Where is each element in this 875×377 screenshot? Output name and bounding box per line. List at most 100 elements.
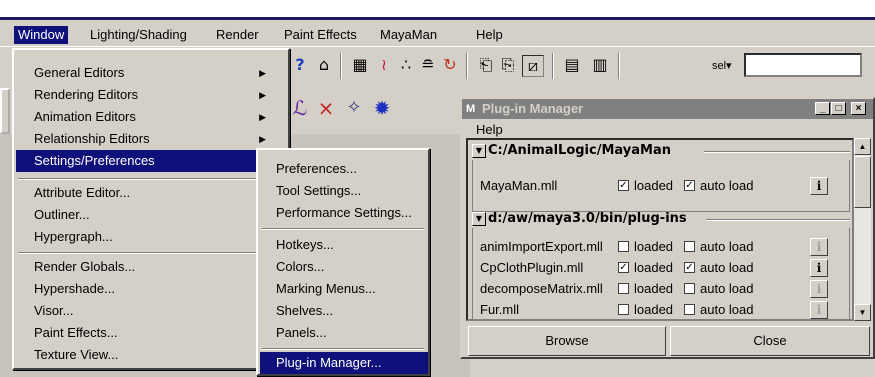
menu-lighting-shading[interactable]: Lighting/Shading (86, 26, 191, 44)
menu-item-paint-effects[interactable]: Paint Effects... (16, 322, 286, 344)
browse-button[interactable]: Browse (468, 326, 666, 356)
menu-item-visor[interactable]: Visor... (16, 300, 286, 322)
menu-item-tool-settings[interactable]: Tool Settings... (260, 180, 428, 202)
plugin-manager-help-menu[interactable]: Help (476, 122, 503, 137)
menu-item-general-editors[interactable]: General Editors ▶ (16, 62, 286, 84)
toolbar-separator (618, 53, 620, 79)
menu-item-animation-editors[interactable]: Animation Editors ▶ (16, 106, 286, 128)
title-strip (0, 0, 875, 20)
particle-icon[interactable]: ✹ (372, 98, 392, 118)
plugin-row: Fur.mll loaded auto load i (480, 300, 840, 319)
autoload-label: auto load (700, 260, 754, 275)
loaded-checkbox[interactable] (618, 283, 629, 294)
loaded-label: loaded (634, 281, 674, 296)
menu-item-outliner[interactable]: Outliner... (16, 204, 286, 226)
plugin-name: MayaMan.mll (480, 178, 558, 193)
scroll-up-icon[interactable]: ▲ (854, 138, 871, 155)
autoload-checkbox[interactable]: ✓ (684, 262, 695, 273)
window-menu: General Editors ▶ Rendering Editors ▶ Anim… (12, 48, 290, 370)
section-header-mayaman[interactable]: ▼ C:/AnimalLogic/MayaMan (472, 142, 671, 160)
plugin-list-panel: ▼ C:/AnimalLogic/MayaMan MayaMan.mll ✓ lo… (466, 138, 854, 321)
menu-item-shelves[interactable]: Shelves... (260, 300, 428, 322)
menu-item-render-globals[interactable]: Render Globals... (16, 256, 286, 278)
menu-item-settings-preferences[interactable]: Settings/Preferences▶ (16, 150, 286, 172)
menu-item-relationship-editors[interactable]: Relationship Editors ▶ (16, 128, 286, 150)
close-button[interactable]: Close (670, 326, 870, 356)
plugin-row: MayaMan.mll ✓ loaded ✓ auto load i (480, 176, 840, 196)
menu-item-hotkeys[interactable]: Hotkeys... (260, 234, 428, 256)
menu-item-colors[interactable]: Colors... (260, 256, 428, 278)
plugin-row: CpClothPlugin.mll ✓ loaded ✓ auto load i (480, 258, 840, 278)
lock-icon[interactable]: ⌂ (314, 55, 334, 75)
scroll-down-icon[interactable]: ▼ (854, 304, 871, 321)
construction-history-icon[interactable]: ⧄ (522, 55, 544, 77)
maximize-icon[interactable]: □ (831, 102, 846, 115)
plugin-name: Fur.mll (480, 302, 519, 317)
help-icon[interactable]: ? (290, 55, 310, 75)
autoload-checkbox[interactable] (684, 283, 695, 294)
collapse-triangle-icon[interactable]: ▼ (472, 211, 486, 226)
menu-item-rendering-editors[interactable]: Rendering Editors ▶ (16, 84, 286, 106)
menu-item-marking-menus[interactable]: Marking Menus... (260, 278, 428, 300)
menu-item-texture-view[interactable]: Texture View... (16, 344, 286, 366)
render-view-icon[interactable]: ▤ (562, 55, 582, 75)
info-button[interactable]: i (810, 301, 828, 319)
info-button[interactable]: i (810, 280, 828, 298)
main-menubar: Window Lighting/Shading Render Paint Eff… (0, 22, 875, 46)
selection-mode-dropdown[interactable]: sel▾ (712, 57, 742, 75)
plugin-row: animImportExport.mll loaded auto load i (480, 237, 840, 257)
plugin-manager-titlebar[interactable]: M Plug-in Manager _ □ × (462, 99, 873, 119)
menu-paint-effects[interactable]: Paint Effects (280, 26, 361, 44)
submenu-arrow-icon: ▶ (259, 90, 266, 100)
menu-window[interactable]: Window (14, 26, 69, 44)
autoload-label: auto load (700, 239, 754, 254)
plugin-name: CpClothPlugin.mll (480, 260, 584, 275)
point-snap-icon[interactable]: ∴ (396, 55, 416, 75)
loaded-checkbox[interactable]: ✓ (618, 180, 629, 191)
menu-item-performance-settings[interactable]: Performance Settings... (260, 202, 428, 224)
loaded-label: loaded (634, 302, 674, 317)
input-ops-icon[interactable]: ⎗ (476, 55, 496, 75)
loaded-checkbox[interactable]: ✓ (618, 262, 629, 273)
output-ops-icon[interactable]: ⎘ (498, 55, 518, 75)
menu-item-hypergraph[interactable]: Hypergraph... (16, 226, 286, 248)
autoload-checkbox[interactable]: ✓ (684, 180, 695, 191)
menu-mayaman[interactable]: MayaMan (376, 26, 441, 44)
close-icon[interactable]: × (851, 102, 866, 115)
grid-snap-icon[interactable]: ▦ (350, 55, 370, 75)
menu-item-attribute-editor[interactable]: Attribute Editor... (16, 182, 286, 204)
selection-input[interactable] (744, 53, 862, 77)
skin-bind-icon[interactable]: ✧ (344, 98, 364, 118)
autoload-checkbox[interactable] (684, 304, 695, 315)
curve-snap-icon[interactable]: ≀ (374, 55, 394, 75)
menu-render[interactable]: Render (212, 26, 263, 44)
plugin-list-scrollbar[interactable]: ▲ ▼ (854, 138, 871, 321)
menu-help[interactable]: Help (472, 26, 507, 44)
scrollbar-thumb[interactable] (854, 156, 871, 208)
loaded-checkbox[interactable] (618, 241, 629, 252)
menu-item-preferences[interactable]: Preferences... (260, 158, 428, 180)
collapse-triangle-icon[interactable]: ▼ (472, 143, 486, 158)
menu-separator (18, 252, 284, 254)
info-button[interactable]: i (810, 259, 828, 277)
menu-item-plugin-manager[interactable]: Plug-in Manager... (260, 352, 428, 374)
loaded-checkbox[interactable] (618, 304, 629, 315)
loaded-label: loaded (634, 260, 674, 275)
section-header-plug-ins[interactable]: ▼ d:/aw/maya3.0/bin/plug-ins (472, 210, 687, 228)
minimize-icon[interactable]: _ (815, 102, 830, 115)
info-button[interactable]: i (810, 177, 828, 195)
window-title: Plug-in Manager (482, 101, 584, 116)
view-snap-icon[interactable]: ≘ (418, 55, 438, 75)
submenu-arrow-icon: ▶ (259, 134, 266, 144)
live-surface-icon[interactable]: ↻ (440, 55, 460, 75)
menu-item-panels[interactable]: Panels... (260, 322, 428, 344)
autoload-label: auto load (700, 281, 754, 296)
joint-tool-icon[interactable]: ⨯ (316, 98, 336, 118)
ik-handle-icon[interactable]: ℒ (290, 98, 310, 118)
autoload-checkbox[interactable] (684, 241, 695, 252)
shelf-tab-handle[interactable] (0, 88, 10, 134)
menu-item-hypershade[interactable]: Hypershade... (16, 278, 286, 300)
ipr-render-icon[interactable]: ▥ (590, 55, 610, 75)
settings-preferences-submenu: Preferences... Tool Settings... Performa… (256, 148, 430, 376)
info-button[interactable]: i (810, 238, 828, 256)
